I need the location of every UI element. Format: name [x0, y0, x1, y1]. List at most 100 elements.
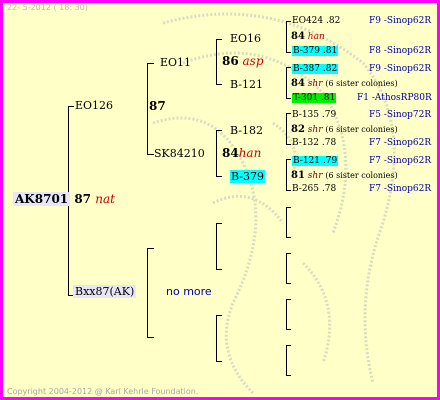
gen4-row[interactable]: B-135 .79: [292, 111, 336, 120]
branch-line: [147, 248, 154, 249]
branch-line: [216, 315, 217, 362]
branch-line: [216, 269, 222, 270]
branch-line: [216, 84, 222, 85]
gen4-row[interactable]: T-301 .81: [292, 93, 337, 103]
fm-tag: han: [238, 146, 262, 160]
copyright: Copyright 2004-2012 @ Karl Kehrle Founda…: [7, 387, 199, 396]
gen4-row[interactable]: B-121 .79: [292, 156, 339, 166]
ffm-id[interactable]: B-121: [230, 79, 263, 90]
branch-line: [286, 345, 287, 376]
gen4-id[interactable]: B-132: [292, 138, 319, 148]
branch-line: [286, 283, 291, 284]
branch-line: [216, 130, 222, 131]
branch-line: [216, 176, 222, 177]
father-num: 87: [149, 99, 166, 113]
gen4-ref: F7 -Sinop62R: [369, 138, 432, 148]
gen4-id[interactable]: B-387: [293, 64, 320, 74]
gen4-row[interactable]: EO424 .82: [292, 17, 340, 26]
branch-line: [286, 52, 291, 53]
gen4-id[interactable]: B-121: [293, 156, 320, 166]
fmm-note: (6 sister colonies): [325, 171, 398, 180]
gen4-row[interactable]: B-132 .78: [292, 139, 336, 148]
gen4-score: .79: [321, 110, 337, 120]
branch-line: [286, 144, 291, 145]
branch-line: [216, 361, 222, 362]
fff-id[interactable]: EO16: [230, 33, 261, 44]
gen4-row[interactable]: B-387 .82: [292, 64, 339, 74]
mother-node[interactable]: Bxx87(AK): [73, 285, 137, 298]
root-node[interactable]: AK8701 87 nat: [13, 192, 115, 206]
branch-line: [286, 67, 291, 68]
ff-score: 86 asp: [222, 55, 264, 67]
mother-id[interactable]: Bxx87(AK): [73, 285, 137, 298]
branch-line: [216, 223, 217, 270]
fmf-num: 82: [291, 124, 305, 135]
gen4-ref: F8 -Sinop62R: [369, 46, 432, 56]
branch-line: [68, 106, 74, 107]
gen4-ref: F1 -AthosRP80R: [357, 93, 432, 103]
gen4-row[interactable]: B-379 .81: [292, 46, 339, 56]
branch-line: [286, 299, 291, 300]
ff-id[interactable]: EO11: [160, 57, 191, 68]
gen4-id[interactable]: T-301: [293, 93, 318, 103]
gen4-id[interactable]: B-135: [292, 110, 319, 120]
root-id[interactable]: AK8701: [13, 192, 71, 206]
fmm-id-label[interactable]: B-379: [230, 170, 265, 183]
gen4-id-score[interactable]: T-301 .81: [292, 93, 337, 103]
gen4-score: .78: [321, 138, 337, 148]
branch-line: [147, 63, 154, 64]
gen4-id[interactable]: B-379: [293, 46, 320, 56]
gen4-score: .81: [320, 93, 336, 103]
gen4-ref: F7 -Sinop62R: [369, 184, 432, 194]
branch-line: [216, 39, 217, 85]
fmf-tag: shr: [307, 125, 323, 135]
gen4-id-score[interactable]: B-379 .81: [292, 46, 339, 56]
gen4-row[interactable]: B-265 .78: [292, 185, 336, 194]
gen4-id-score[interactable]: B-387 .82: [292, 64, 339, 74]
branch-line: [286, 329, 291, 330]
pedigree-frame: 22- 5-2012 ( 18: 30) Copyright 2004-2012…: [3, 3, 437, 397]
gen4-score: .82: [326, 16, 341, 26]
branch-line: [286, 207, 291, 208]
ff-tag: asp: [242, 54, 264, 68]
gen4-ref: F5 -Sinop72R: [369, 110, 432, 120]
father-id[interactable]: EO126: [75, 99, 113, 112]
gen4-id[interactable]: B-265: [292, 184, 319, 194]
branch-line: [286, 98, 291, 99]
branch-line: [216, 315, 222, 316]
branch-line: [286, 375, 291, 376]
father-node[interactable]: EO126: [75, 100, 113, 111]
branch-line: [286, 190, 291, 191]
branch-line: [286, 113, 291, 114]
branch-line: [286, 21, 291, 22]
branch-line: [286, 207, 287, 238]
gen4-id-score[interactable]: B-121 .79: [292, 156, 339, 166]
print-date: 22- 5-2012 ( 18: 30): [7, 3, 88, 12]
gen4-score: .79: [322, 156, 338, 166]
branch-line: [147, 154, 154, 155]
branch-line: [216, 130, 217, 177]
gen4-ref: F9 -Sinop62R: [369, 64, 432, 74]
fmm-num: 81: [291, 170, 305, 181]
ffm-note: (6 sister colonies): [325, 79, 398, 88]
gen4-id[interactable]: EO424: [292, 16, 323, 26]
gen4-ref: F7 -Sinop62R: [369, 156, 432, 166]
branch-line: [147, 63, 148, 155]
branch-line: [286, 299, 287, 330]
fmm-id[interactable]: B-379: [230, 170, 265, 183]
fmf-score: 82 shr (6 sister colonies): [291, 125, 398, 135]
fm-id[interactable]: SK84210: [154, 148, 205, 159]
fmm-score: 81 shr (6 sister colonies): [291, 171, 398, 181]
branch-line: [216, 39, 222, 40]
gen4-ref: F9 -Sinop62R: [369, 16, 432, 26]
branch-line: [147, 248, 148, 338]
root-tag: nat: [95, 192, 115, 206]
fmf-note: (6 sister colonies): [325, 125, 398, 134]
branch-line: [286, 159, 291, 160]
branch-line: [286, 237, 291, 238]
branch-line: [286, 67, 287, 99]
fmf-id[interactable]: B-182: [230, 125, 263, 136]
branch-line: [286, 21, 287, 53]
ffm-score: 84 shr (6 sister colonies): [291, 79, 398, 89]
fff-score: 84 han: [291, 32, 325, 42]
